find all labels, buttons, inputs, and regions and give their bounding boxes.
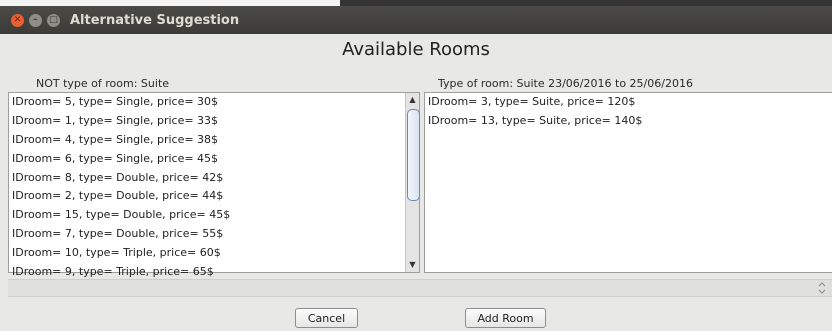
title-bar[interactable]: ✕ – □ Alternative Suggestion bbox=[0, 6, 832, 34]
list-item[interactable]: IDroom= 13, type= Suite, price= 140$ bbox=[425, 112, 832, 131]
scroll-up-icon[interactable]: ▲ bbox=[406, 94, 419, 106]
non-suite-room-list[interactable]: IDroom= 5, type= Single, price= 30$ IDro… bbox=[8, 92, 420, 278]
list-item[interactable]: IDroom= 10, type= Triple, price= 60$ bbox=[9, 244, 419, 263]
left-list-label: NOT type of room: Suite bbox=[36, 77, 170, 90]
list-item[interactable]: IDroom= 1, type= Single, price= 33$ bbox=[9, 112, 419, 131]
list-item[interactable]: IDroom= 4, type= Single, price= 38$ bbox=[9, 131, 419, 150]
vertical-scrollbar[interactable]: ▲ ▼ bbox=[405, 93, 420, 272]
cancel-button[interactable]: Cancel bbox=[295, 308, 358, 328]
suite-room-list[interactable]: IDroom= 3, type= Suite, price= 120$ IDro… bbox=[424, 92, 832, 273]
maximize-icon[interactable]: □ bbox=[47, 13, 60, 27]
window-title: Alternative Suggestion bbox=[70, 12, 240, 28]
close-icon[interactable]: ✕ bbox=[11, 13, 24, 27]
list-item[interactable]: IDroom= 8, type= Double, price= 42$ bbox=[9, 169, 419, 188]
resize-grip-icon[interactable] bbox=[818, 282, 826, 294]
scroll-down-icon[interactable]: ▼ bbox=[406, 259, 419, 271]
status-bar bbox=[8, 279, 832, 297]
list-item[interactable]: IDroom= 5, type= Single, price= 30$ bbox=[9, 93, 419, 112]
add-room-button[interactable]: Add Room bbox=[465, 308, 546, 328]
list-item[interactable]: IDroom= 3, type= Suite, price= 120$ bbox=[425, 93, 832, 112]
list-item[interactable]: IDroom= 6, type= Single, price= 45$ bbox=[9, 150, 419, 169]
right-list-label: Type of room: Suite 23/06/2016 to 25/06/… bbox=[438, 77, 693, 90]
list-item[interactable]: IDroom= 15, type= Double, price= 45$ bbox=[9, 206, 419, 225]
minimize-icon[interactable]: – bbox=[29, 13, 42, 27]
list-item[interactable]: IDroom= 7, type= Double, price= 55$ bbox=[9, 225, 419, 244]
scrollbar-thumb[interactable] bbox=[407, 109, 420, 201]
page-title: Available Rooms bbox=[342, 39, 490, 60]
list-item[interactable]: IDroom= 2, type= Double, price= 44$ bbox=[9, 187, 419, 206]
